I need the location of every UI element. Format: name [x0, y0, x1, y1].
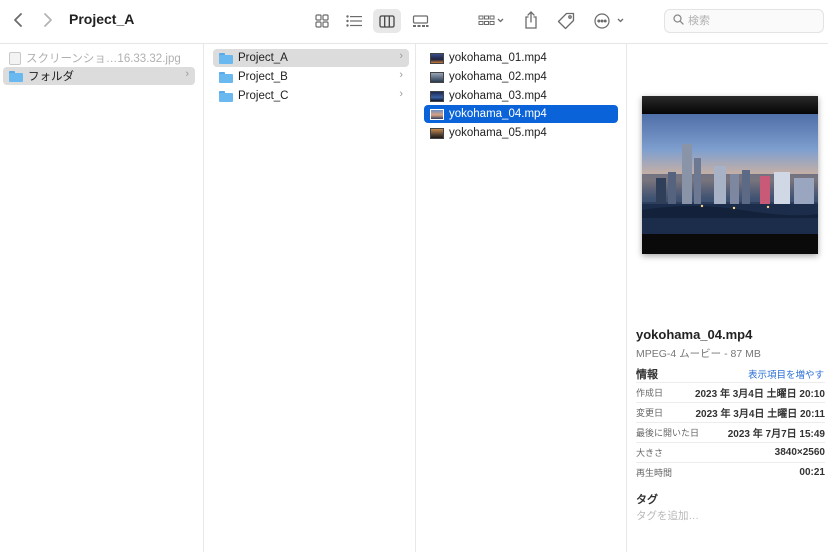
more-icon[interactable]: [592, 9, 626, 33]
info-value: 2023 年 3月4日 土曜日 20:11: [695, 409, 825, 420]
folder-icon: [219, 52, 233, 64]
chevron-left-icon[interactable]: [8, 9, 28, 31]
group-icon[interactable]: [474, 10, 508, 32]
video-preview-image: [642, 114, 818, 234]
chevron-right-icon: ›: [399, 88, 403, 100]
info-key: 変更日: [636, 408, 664, 418]
list-item-folder[interactable]: フォルダ ›: [3, 67, 195, 85]
tag-icon[interactable]: [554, 9, 578, 33]
info-heading: 情報: [636, 369, 658, 381]
chevron-right-icon: ›: [399, 50, 403, 62]
list-item-screenshot-file[interactable]: スクリーンショ…16.33.32.jpg: [3, 49, 193, 67]
preview-pane: yokohama_04.mp4 MPEG-4 ムービー - 87 MB 情報 表…: [628, 44, 828, 552]
video-preview[interactable]: [642, 96, 818, 254]
image-file-icon: [9, 51, 21, 65]
list-item-project-c[interactable]: Project_C ›: [213, 87, 409, 105]
chevron-right-icon: ›: [399, 69, 403, 81]
chevron-right-icon: ›: [185, 68, 189, 80]
column-parent: スクリーンショ…16.33.32.jpg フォルダ ›: [0, 44, 204, 552]
list-item-video[interactable]: yokohama_01.mp4: [424, 49, 618, 67]
list-item-video[interactable]: yokohama_05.mp4: [424, 124, 618, 142]
list-item-project-a[interactable]: Project_A ›: [213, 49, 409, 67]
column-folder: Project_A › Project_B › Project_C ›: [204, 44, 416, 552]
folder-name: Project_A: [238, 52, 288, 64]
window-title: Project_A: [69, 11, 135, 27]
show-more-link[interactable]: 表示項目を増やす: [748, 367, 824, 381]
info-key: 作成日: [636, 388, 664, 398]
list-item-project-b[interactable]: Project_B ›: [213, 68, 409, 86]
info-row-modified: 変更日 2023 年 3月4日 土曜日 20:11: [636, 402, 825, 422]
column-project-a: yokohama_01.mp4 yokohama_02.mp4 yokohama…: [416, 44, 627, 552]
folder-icon: [219, 71, 233, 83]
file-name: yokohama_02.mp4: [449, 71, 547, 83]
preview-file-name: yokohama_04.mp4: [636, 327, 753, 342]
folder-icon: [219, 90, 233, 102]
info-row-duration: 再生時間 00:21: [636, 462, 825, 482]
icon-view-icon[interactable]: [308, 9, 336, 33]
list-item-video[interactable]: yokohama_03.mp4: [424, 87, 618, 105]
chevron-right-icon[interactable]: [38, 9, 58, 31]
folder-name: フォルダ: [28, 71, 74, 83]
info-value: 2023 年 7月7日 15:49: [727, 429, 825, 440]
info-row-created: 作成日 2023 年 3月4日 土曜日 20:10: [636, 382, 825, 402]
info-row-last-opened: 最後に開いた日 2023 年 7月7日 15:49: [636, 422, 825, 442]
info-value: 3840×2560: [774, 447, 825, 458]
search-input[interactable]: [688, 15, 818, 27]
video-thumbnail-icon: [430, 71, 444, 83]
file-name: スクリーンショ…16.33.32.jpg: [26, 53, 181, 65]
info-key: 最後に開いた日: [636, 428, 700, 438]
info-key: 再生時間: [636, 468, 673, 478]
list-view-icon[interactable]: [340, 9, 368, 33]
letterbox-bottom: [642, 234, 818, 254]
video-thumbnail-icon: [430, 90, 444, 102]
file-name: yokohama_04.mp4: [449, 108, 547, 120]
video-thumbnail-icon: [430, 52, 444, 64]
preview-file-kind: MPEG-4 ムービー - 87 MB: [636, 348, 761, 360]
folder-name: Project_C: [238, 90, 289, 102]
toolbar: Project_A: [0, 0, 828, 44]
search-field[interactable]: [664, 9, 824, 33]
file-name: yokohama_05.mp4: [449, 127, 547, 139]
list-item-video-selected[interactable]: yokohama_04.mp4: [424, 105, 618, 123]
gallery-view-icon[interactable]: [406, 9, 434, 33]
tags-heading: タグ: [636, 494, 658, 506]
list-item-video[interactable]: yokohama_02.mp4: [424, 68, 618, 86]
info-value: 00:21: [799, 467, 825, 478]
column-view-icon[interactable]: [373, 9, 401, 33]
info-key: 大きさ: [636, 448, 664, 458]
video-thumbnail-icon: [430, 127, 444, 139]
folder-name: Project_B: [238, 71, 288, 83]
letterbox-top: [642, 96, 818, 114]
video-thumbnail-icon: [430, 108, 444, 120]
info-value: 2023 年 3月4日 土曜日 20:10: [694, 389, 825, 400]
tags-input[interactable]: [636, 510, 816, 522]
share-icon[interactable]: [520, 8, 542, 32]
file-name: yokohama_01.mp4: [449, 52, 547, 64]
search-icon: [673, 12, 684, 30]
info-row-dimensions: 大きさ 3840×2560: [636, 442, 825, 462]
folder-icon: [9, 70, 23, 82]
file-name: yokohama_03.mp4: [449, 90, 547, 102]
